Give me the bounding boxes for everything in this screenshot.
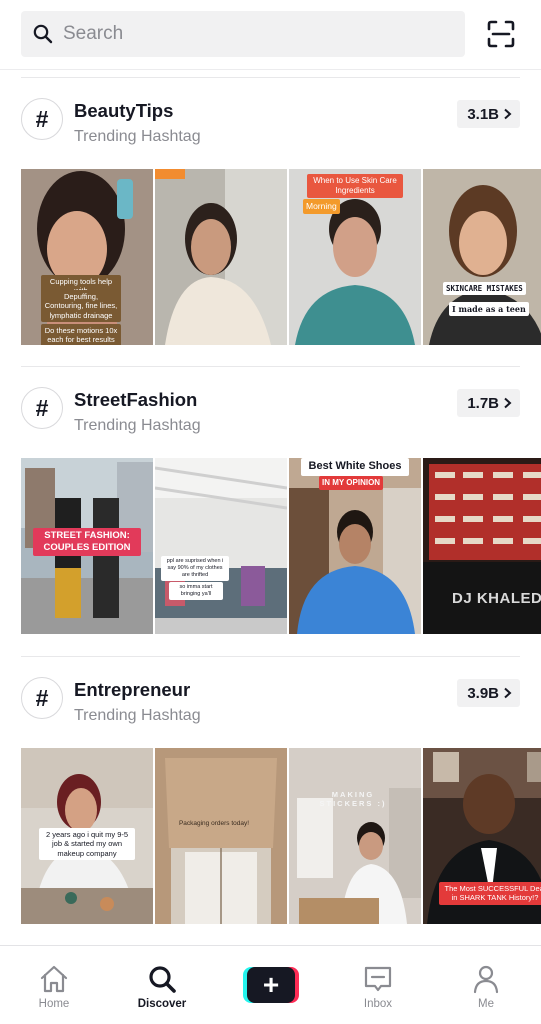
view-count-badge[interactable]: 3.1B: [457, 100, 520, 128]
hashtag-section-beautytips[interactable]: # BeautyTips Trending Hashtag 3.1B Cuppi…: [0, 78, 541, 368]
video-caption: The Most SUCCESSFUL Deal in SHARK TANK H…: [439, 882, 541, 905]
video-caption: MAKING STICKERS :): [319, 790, 387, 809]
hashtag-section-streetfashion[interactable]: # StreetFashion Trending Hashtag 1.7B ST…: [0, 367, 541, 657]
video-thumbnail[interactable]: SKINCARE MISTAKES I made as a teen: [423, 169, 541, 345]
hashtag-subtitle: Trending Hashtag: [74, 128, 201, 145]
nav-discover-label: Discover: [137, 998, 187, 1010]
discover-page: # BeautyTips Trending Hashtag 3.1B Cuppi…: [0, 0, 541, 1024]
view-count-badge[interactable]: 3.9B: [457, 679, 520, 707]
video-thumbnail[interactable]: [155, 169, 287, 345]
video-caption: I made as a teen: [449, 302, 529, 316]
video-caption: Depuffing, Contouring, fine lines, lymph…: [41, 290, 121, 323]
video-thumbnail[interactable]: Packaging orders today!: [155, 748, 287, 924]
bottom-navigation: Home Discover + Inbox Me: [0, 945, 541, 1024]
top-bar: [0, 0, 541, 70]
video-caption: SKINCARE MISTAKES: [443, 282, 526, 296]
hashtag-title[interactable]: StreetFashion: [74, 389, 197, 411]
search-icon: [33, 24, 53, 44]
view-count-badge[interactable]: 1.7B: [457, 389, 520, 417]
video-caption: DJ KHALED: [452, 590, 541, 607]
nav-discover[interactable]: Discover: [117, 946, 207, 1024]
video-caption: Best White Shoes: [301, 458, 409, 476]
chevron-right-icon: [504, 687, 512, 699]
chevron-right-icon: [504, 108, 512, 120]
video-thumbnails: 2 years ago i quit my 9-5 job & started …: [21, 748, 541, 924]
video-thumbnails: STREET FASHION: COUPLES EDITION ppl are …: [21, 458, 541, 634]
nav-inbox[interactable]: Inbox: [333, 946, 423, 1024]
view-count: 1.7B: [467, 394, 499, 412]
hashtag-section-entrepreneur[interactable]: # Entrepreneur Trending Hashtag 3.9B 2 y…: [0, 657, 541, 947]
video-thumbnail[interactable]: The Most SUCCESSFUL Deal in SHARK TANK H…: [423, 748, 541, 924]
chevron-right-icon: [504, 397, 512, 409]
video-thumbnail[interactable]: Cupping tools help with Depuffing, Conto…: [21, 169, 153, 345]
home-icon: [40, 965, 68, 993]
video-caption: 2 years ago i quit my 9-5 job & started …: [39, 828, 135, 861]
video-thumbnail[interactable]: DJ KHALED: [423, 458, 541, 634]
nav-home[interactable]: Home: [9, 946, 99, 1024]
nav-me-label: Me: [478, 998, 494, 1010]
view-count: 3.1B: [467, 105, 499, 123]
hashtag-icon: #: [21, 677, 63, 719]
video-thumbnail[interactable]: Best White Shoes IN MY OPINION: [289, 458, 421, 634]
video-caption: IN MY OPINION: [319, 476, 384, 490]
search-icon: [149, 966, 176, 993]
video-thumbnails: Cupping tools help with Depuffing, Conto…: [21, 169, 541, 345]
view-count: 3.9B: [467, 684, 499, 702]
video-thumbnail[interactable]: STREET FASHION: COUPLES EDITION: [21, 458, 153, 634]
plus-icon: +: [247, 967, 295, 1003]
video-caption: When to Use Skin Care Ingredients: [307, 174, 403, 198]
nav-home-label: Home: [38, 998, 70, 1010]
scan-qr-icon[interactable]: [486, 19, 516, 49]
video-caption: Do these motions 10x each for best resul…: [41, 324, 121, 345]
search-input[interactable]: [63, 23, 423, 45]
video-caption: so imma start bringing ya'll: [169, 582, 223, 600]
nav-me[interactable]: Me: [441, 946, 531, 1024]
nav-inbox-label: Inbox: [363, 998, 393, 1010]
hashtag-title[interactable]: BeautyTips: [74, 100, 173, 122]
create-button[interactable]: +: [243, 967, 299, 1003]
video-caption: STREET FASHION: COUPLES EDITION: [33, 528, 141, 556]
profile-icon: [473, 965, 499, 994]
hashtag-subtitle: Trending Hashtag: [74, 707, 201, 724]
video-caption: ppl are suprised when i say 90% of my cl…: [161, 556, 229, 581]
hashtag-icon: #: [21, 387, 63, 429]
hashtag-title[interactable]: Entrepreneur: [74, 679, 190, 701]
video-thumbnail[interactable]: 2 years ago i quit my 9-5 job & started …: [21, 748, 153, 924]
search-bar[interactable]: [21, 11, 465, 57]
hashtag-icon: #: [21, 98, 63, 140]
divider: [0, 69, 541, 70]
video-thumbnail[interactable]: When to Use Skin Care Ingredients Mornin…: [289, 169, 421, 345]
video-caption: Morning: [303, 199, 340, 214]
hashtag-subtitle: Trending Hashtag: [74, 417, 201, 434]
inbox-icon: [364, 966, 392, 992]
video-thumbnail[interactable]: MAKING STICKERS :): [289, 748, 421, 924]
video-caption: Packaging orders today!: [178, 820, 250, 827]
video-thumbnail[interactable]: ppl are suprised when i say 90% of my cl…: [155, 458, 287, 634]
